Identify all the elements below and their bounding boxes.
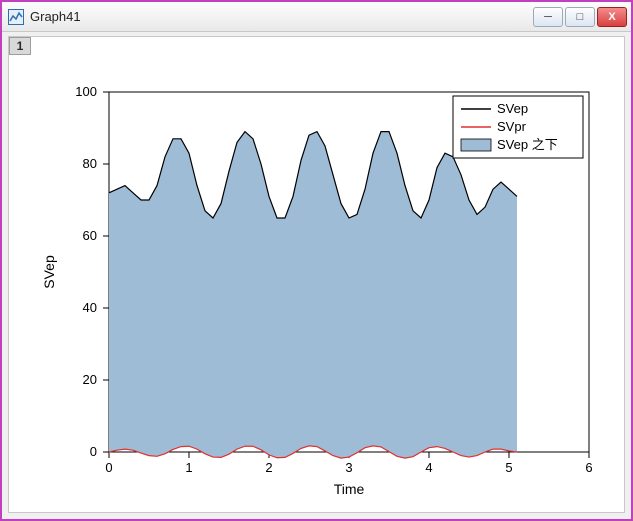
graph-app-icon: [8, 9, 24, 25]
window-title: Graph41: [30, 9, 533, 24]
svg-text:40: 40: [83, 300, 97, 315]
svg-text:60: 60: [83, 228, 97, 243]
client-area: 1 0123456020406080100TimeSVepSVepSVprSVe…: [8, 36, 625, 513]
svg-text:0: 0: [90, 444, 97, 459]
svg-text:5: 5: [505, 460, 512, 475]
minimize-icon: ─: [544, 11, 552, 23]
titlebar[interactable]: Graph41 ─ □ X: [2, 2, 631, 32]
svg-text:6: 6: [585, 460, 592, 475]
y-axis-label: SVep: [41, 255, 57, 289]
svg-text:80: 80: [83, 156, 97, 171]
svg-text:100: 100: [75, 84, 97, 99]
svg-text:3: 3: [345, 460, 352, 475]
svg-text:0: 0: [105, 460, 112, 475]
app-window: Graph41 ─ □ X 1 0123456020406080100TimeS…: [0, 0, 633, 521]
legend-entry-svep: SVep: [497, 101, 528, 116]
maximize-icon: □: [577, 11, 584, 23]
svg-text:1: 1: [185, 460, 192, 475]
close-icon: X: [608, 11, 615, 23]
maximize-button[interactable]: □: [565, 7, 595, 27]
svg-text:20: 20: [83, 372, 97, 387]
area-svep-below: [109, 132, 517, 459]
svg-text:2: 2: [265, 460, 272, 475]
window-buttons: ─ □ X: [533, 7, 627, 27]
x-axis-label: Time: [334, 481, 365, 497]
close-button[interactable]: X: [597, 7, 627, 27]
svg-text:4: 4: [425, 460, 432, 475]
legend-entry-svpr: SVpr: [497, 119, 527, 134]
legend-entry-area: SVep 之下: [497, 137, 558, 152]
chart-plot: 0123456020406080100TimeSVepSVepSVprSVep …: [9, 37, 626, 514]
minimize-button[interactable]: ─: [533, 7, 563, 27]
